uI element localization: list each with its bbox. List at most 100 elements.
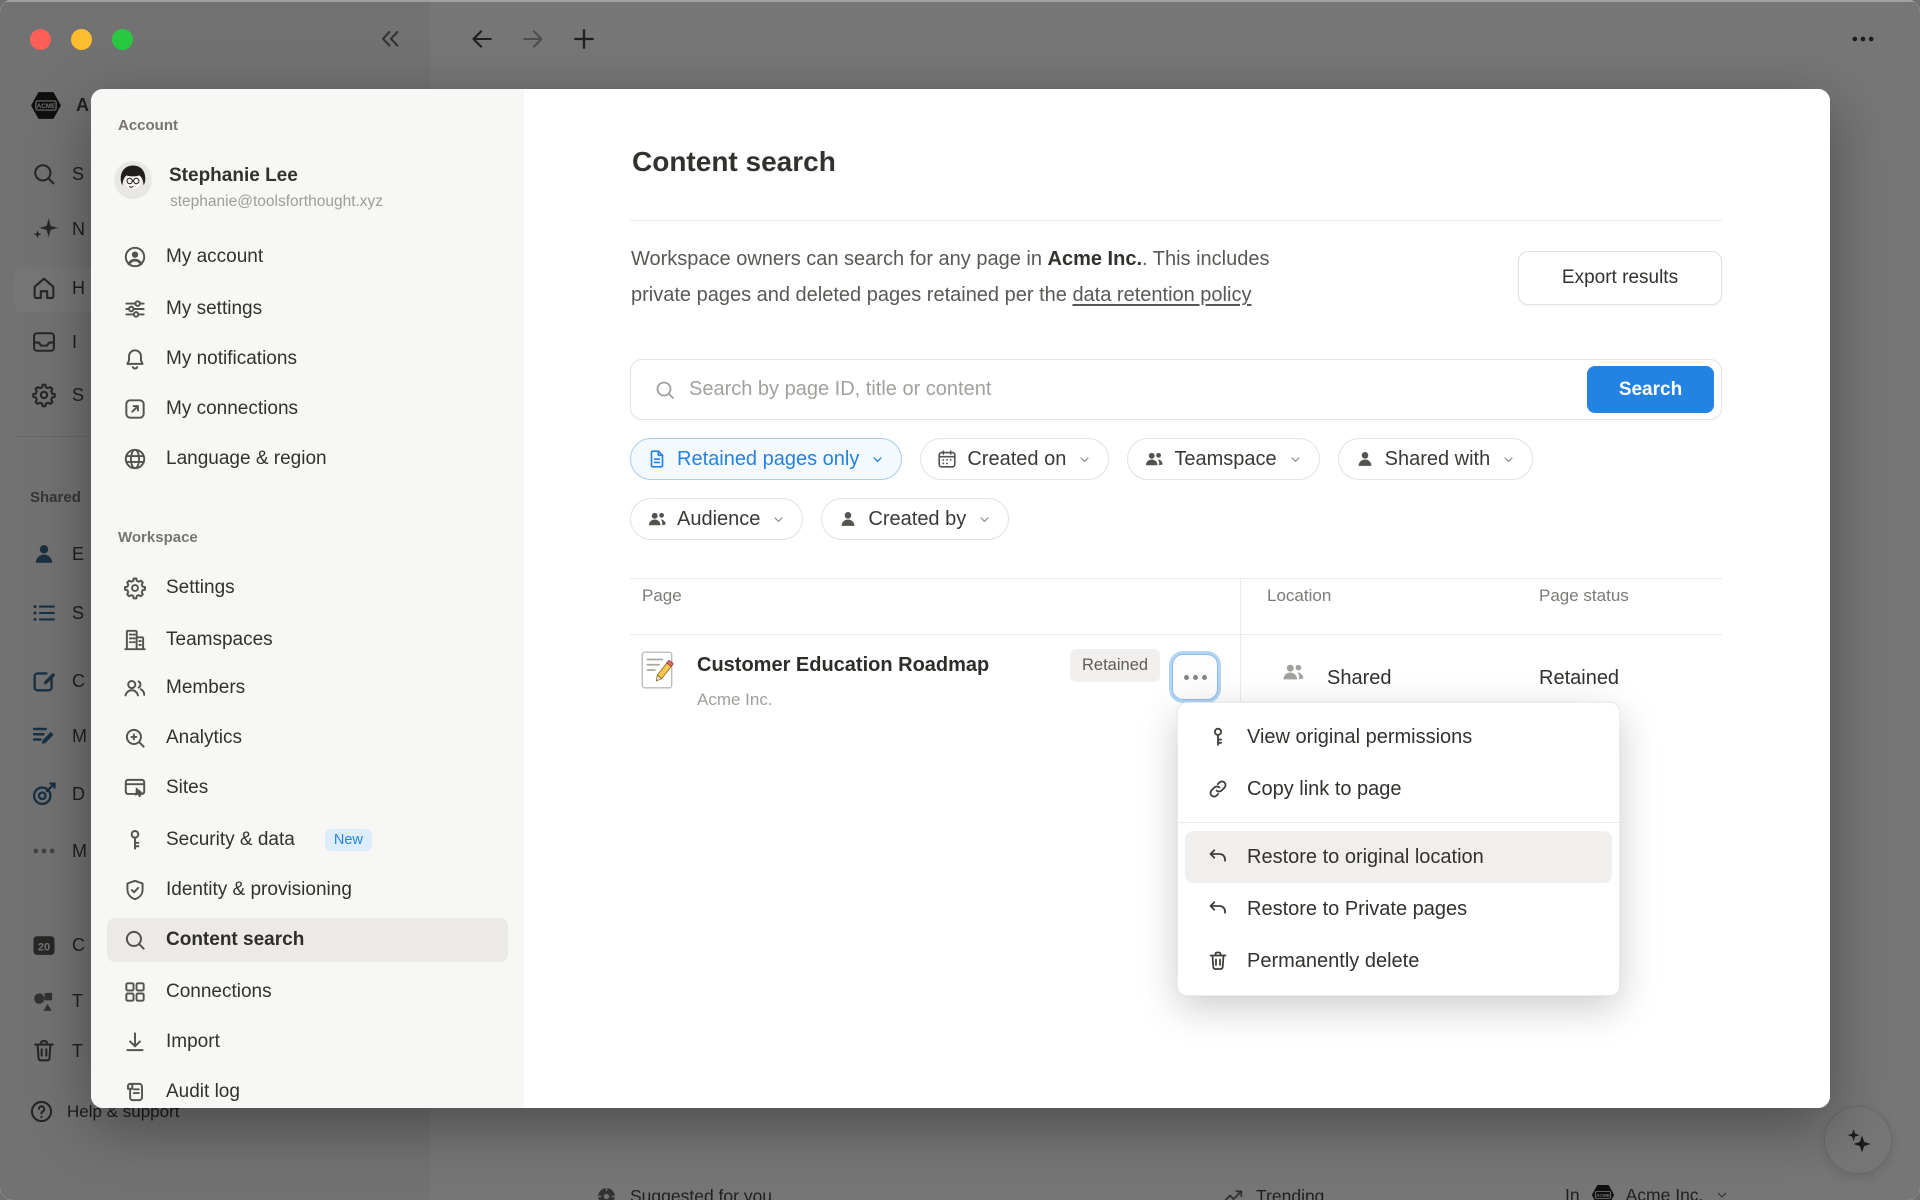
arrow-up-right-box-icon (122, 396, 148, 422)
traffic-lights (30, 29, 133, 50)
chevron-down-icon (1077, 452, 1092, 467)
row-actions-button[interactable] (1172, 654, 1218, 700)
section-label-workspace: Workspace (118, 529, 198, 546)
menu-item-restore-private-pages[interactable]: Restore to Private pages (1178, 883, 1619, 935)
minimize-window-icon[interactable] (71, 29, 92, 50)
menu-item-copy-link[interactable]: Copy link to page (1178, 763, 1619, 815)
sidebar-item-import[interactable]: Import (107, 1020, 508, 1064)
new-badge: New (325, 829, 372, 851)
page-row-title[interactable]: Customer Education Roadmap (697, 654, 989, 677)
person-icon (837, 508, 859, 530)
column-header-page: Page (642, 586, 682, 606)
key-icon (1206, 725, 1230, 749)
page-row-subtitle: Acme Inc. (697, 690, 773, 710)
people-icon (1143, 448, 1165, 470)
sidebar-item-teamspaces[interactable]: Teamspaces (107, 618, 508, 662)
filter-teamspace[interactable]: Teamspace (1127, 438, 1319, 480)
settings-modal: Account Stephanie Lee stephanie@toolsfor… (91, 89, 1830, 1108)
retained-badge: Retained (1070, 649, 1160, 682)
avatar[interactable] (115, 161, 151, 197)
sliders-icon (122, 296, 148, 322)
building-icon (122, 627, 148, 653)
menu-item-restore-original-location[interactable]: Restore to original location (1185, 831, 1612, 883)
undo-icon (1206, 845, 1230, 869)
close-window-icon[interactable] (30, 29, 51, 50)
sidebar-item-my-account[interactable]: My account (107, 235, 508, 279)
filter-row-1: Retained pages only Created on Teamspace… (630, 438, 1533, 480)
undo-icon (1206, 897, 1230, 921)
page-status-cell: Retained (1539, 667, 1619, 690)
sidebar-item-connections[interactable]: Connections (107, 970, 508, 1014)
memo-page-icon (638, 649, 676, 691)
chevron-down-icon (977, 512, 992, 527)
people-icon (646, 508, 668, 530)
grid-icon (122, 979, 148, 1005)
sidebar-item-sites[interactable]: Sites (107, 766, 508, 810)
zoom-window-icon[interactable] (112, 29, 133, 50)
search-input[interactable] (689, 378, 1587, 401)
download-icon (122, 1029, 148, 1055)
data-retention-policy-link[interactable]: data retention policy (1072, 284, 1251, 306)
search-button[interactable]: Search (1587, 366, 1714, 413)
menu-item-view-original-permissions[interactable]: View original permissions (1178, 711, 1619, 763)
people-icon (122, 675, 148, 701)
filter-created-on[interactable]: Created on (920, 438, 1109, 480)
magnifier-icon (122, 927, 148, 953)
sidebar-item-identity-provisioning[interactable]: Identity & provisioning (107, 868, 508, 912)
magnifier-plus-icon (122, 725, 148, 751)
bell-icon (122, 346, 148, 372)
link-icon (1206, 777, 1230, 801)
app-window: A S N H I S Shared E S C M D M C T T Hel… (0, 0, 1920, 1200)
sidebar-item-language-region[interactable]: Language & region (107, 437, 508, 481)
page-description: Workspace owners can search for any page… (631, 241, 1451, 313)
user-email: stephanie@toolsforthought.xyz (170, 193, 383, 211)
calendar-icon (936, 448, 958, 470)
scroll-icon (122, 1079, 148, 1105)
people-icon (1280, 659, 1306, 685)
table-top-divider (630, 578, 1722, 579)
sidebar-item-security-data[interactable]: Security & dataNew (107, 818, 508, 862)
trash-icon (1206, 949, 1230, 973)
export-results-button[interactable]: Export results (1518, 251, 1722, 305)
chevron-down-icon (870, 452, 885, 467)
chevron-down-icon (771, 512, 786, 527)
workspace-name-bold: Acme Inc. (1048, 248, 1142, 270)
sidebar-item-analytics[interactable]: Analytics (107, 716, 508, 760)
sidebar-item-my-notifications[interactable]: My notifications (107, 337, 508, 381)
column-header-page-status: Page status (1539, 586, 1629, 606)
gear-icon (122, 575, 148, 601)
file-icon (646, 448, 668, 470)
person-icon (1354, 448, 1376, 470)
filter-row-2: Audience Created by (630, 498, 1009, 540)
search-icon (653, 378, 677, 402)
window-top-highlight (0, 0, 1920, 2)
sidebar-item-content-search[interactable]: Content search (107, 918, 508, 962)
browser-cursor-icon (122, 775, 148, 801)
filter-shared-with[interactable]: Shared with (1338, 438, 1534, 480)
globe-icon (122, 446, 148, 472)
key-icon (122, 827, 148, 853)
menu-divider (1178, 822, 1619, 823)
content-search-bar: Search (630, 359, 1722, 420)
shield-check-icon (122, 877, 148, 903)
sidebar-item-audit-log[interactable]: Audit log (107, 1070, 508, 1108)
title-divider (630, 220, 1722, 221)
settings-content: Content search Workspace owners can sear… (524, 89, 1830, 1108)
person-circle-icon (122, 244, 148, 270)
sidebar-item-my-connections[interactable]: My connections (107, 387, 508, 431)
sidebar-item-members[interactable]: Members (107, 666, 508, 710)
column-header-location: Location (1267, 586, 1331, 606)
menu-item-permanently-delete[interactable]: Permanently delete (1178, 935, 1619, 987)
settings-sidebar: Account Stephanie Lee stephanie@toolsfor… (91, 89, 524, 1108)
sidebar-item-settings[interactable]: Settings (107, 566, 508, 610)
location-cell: Shared (1327, 667, 1392, 690)
user-name: Stephanie Lee (169, 165, 298, 187)
filter-created-by[interactable]: Created by (821, 498, 1009, 540)
filter-audience[interactable]: Audience (630, 498, 803, 540)
row-context-menu: View original permissions Copy link to p… (1177, 702, 1620, 996)
sidebar-item-my-settings[interactable]: My settings (107, 287, 508, 331)
filter-retained-pages-only[interactable]: Retained pages only (630, 438, 902, 480)
chevron-down-icon (1501, 452, 1516, 467)
table-header-divider (630, 634, 1722, 635)
chevron-down-icon (1288, 452, 1303, 467)
